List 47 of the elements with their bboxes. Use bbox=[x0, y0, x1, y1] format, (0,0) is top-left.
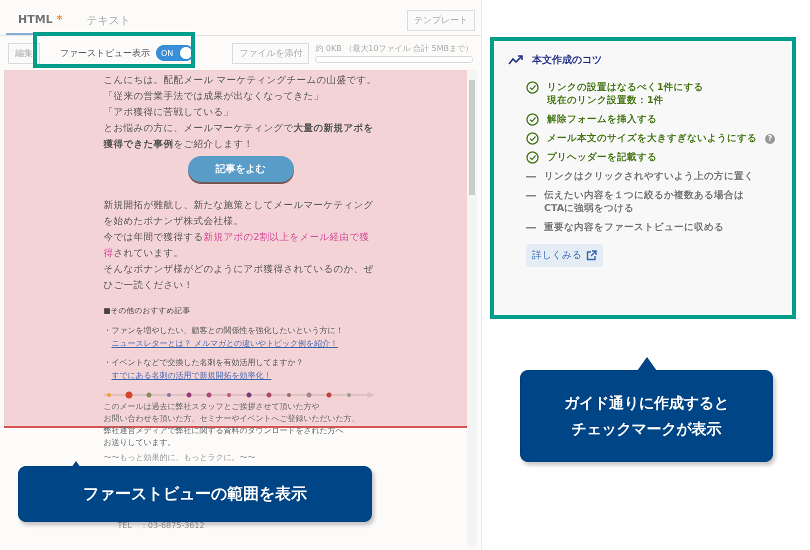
contact-text: TEL ：03-6875-3612 bbox=[116, 520, 206, 532]
first-view-toggle[interactable]: ON bbox=[156, 45, 194, 61]
dash-icon bbox=[526, 176, 536, 178]
guide-item-text: メール本文のサイズを大きすぎないようにする bbox=[547, 132, 757, 145]
footer-text: お問い合わせを頂いた方、セミナーやイベントへご登録いただいた方、 bbox=[104, 413, 360, 425]
email-paragraph: 「アポ獲得に苦戦している」 bbox=[104, 106, 234, 120]
recommend-text: ・ファンを増やしたい、顧客との関係性を強化したいという方に！ bbox=[104, 325, 344, 337]
scrollbar[interactable] bbox=[467, 70, 477, 546]
tagline-text: 〜〜もっと効果的に、もっとラクに。〜〜 bbox=[104, 452, 256, 464]
email-paragraph: とお悩みの方に、メールマーケティングで大量の新規アポを獲得できた事例をご紹介します！ bbox=[104, 122, 374, 152]
email-paragraph: そんなボナンザ様がどのようにアポ獲得されているのか、ぜひご一読ください！ bbox=[104, 263, 374, 293]
editor-tab[interactable]: HTML * bbox=[6, 10, 74, 34]
guide-item-text: リンクはクリックされやすいよう上の方に置く bbox=[544, 170, 754, 183]
guide-item-text: 解除フォームを挿入する bbox=[547, 113, 657, 126]
article-link[interactable]: ニュースレターとは？ メルマガとの違いやトピック例を紹介！ bbox=[104, 337, 378, 350]
footer-text: 弊社運営メディアで弊社に関する資料のダウンロードをされた方へ bbox=[104, 425, 344, 437]
check-circle-icon bbox=[526, 132, 539, 145]
editor-tab[interactable]: テキスト bbox=[74, 10, 142, 34]
callout-bubble: ガイド通りに作成すると チェックマークが表示 bbox=[520, 370, 773, 462]
email-paragraph: 新規開拓が難航し、新たな施策としてメールマーケティングを始めたボナンザ株式会社様。 bbox=[104, 199, 374, 229]
check-circle-icon bbox=[526, 113, 539, 126]
footer-text: お送りしています。 bbox=[104, 437, 176, 449]
article-link[interactable]: すでにある名刺の活用で新規開拓を効率化！ bbox=[104, 369, 378, 382]
dash-icon bbox=[526, 195, 536, 197]
guide-title: 本文作成のコツ bbox=[532, 54, 602, 67]
dash-icon bbox=[526, 227, 536, 229]
attachment-size-text: 約 0KB （最大10ファイル 合計 5MBまで） bbox=[315, 43, 473, 54]
help-icon[interactable]: ? bbox=[765, 134, 775, 144]
check-circle-icon bbox=[526, 151, 539, 164]
email-paragraph: 今では年間で獲得する新規アポの2割以上をメール経由で獲得されています。 bbox=[104, 231, 371, 261]
email-paragraph: 「従来の営業手法では成果が出なくなってきた」 bbox=[104, 90, 324, 104]
first-view-label: ファーストビュー表示 bbox=[60, 48, 150, 60]
guide-item-text: 重要な内容をファーストビューに収める bbox=[544, 221, 724, 234]
email-paragraph: こんにちは。配配メール マーケティングチームの山盛です。 bbox=[104, 74, 378, 88]
guide-item-text: プリヘッダーを記載する bbox=[547, 151, 657, 164]
template-button[interactable]: テンプレート bbox=[407, 10, 475, 31]
attach-file-button[interactable]: ファイルを添付 bbox=[232, 42, 310, 64]
external-link-icon bbox=[586, 250, 597, 261]
guide-item-text: 伝えたい内容を１つに絞るか複数ある場合は CTAに強弱をつける bbox=[544, 189, 744, 215]
read-article-button[interactable]: 記事をよむ bbox=[188, 156, 294, 182]
trend-up-icon bbox=[508, 55, 524, 65]
footer-text: このメールは過去に弊社スタッフとご挨拶させて頂いた方や bbox=[104, 401, 320, 413]
check-circle-icon bbox=[526, 81, 539, 94]
recommend-text: ・イベントなどで交換した名刺を有効活用してますか？ bbox=[104, 357, 304, 369]
see-more-button[interactable]: 詳しくみる bbox=[526, 244, 603, 267]
guide-item-text: リンクの設置はなるべく1件にする 現在のリンク設置数：1件 bbox=[547, 81, 704, 107]
callout-bubble: ファーストビューの範囲を表示 bbox=[18, 466, 372, 522]
